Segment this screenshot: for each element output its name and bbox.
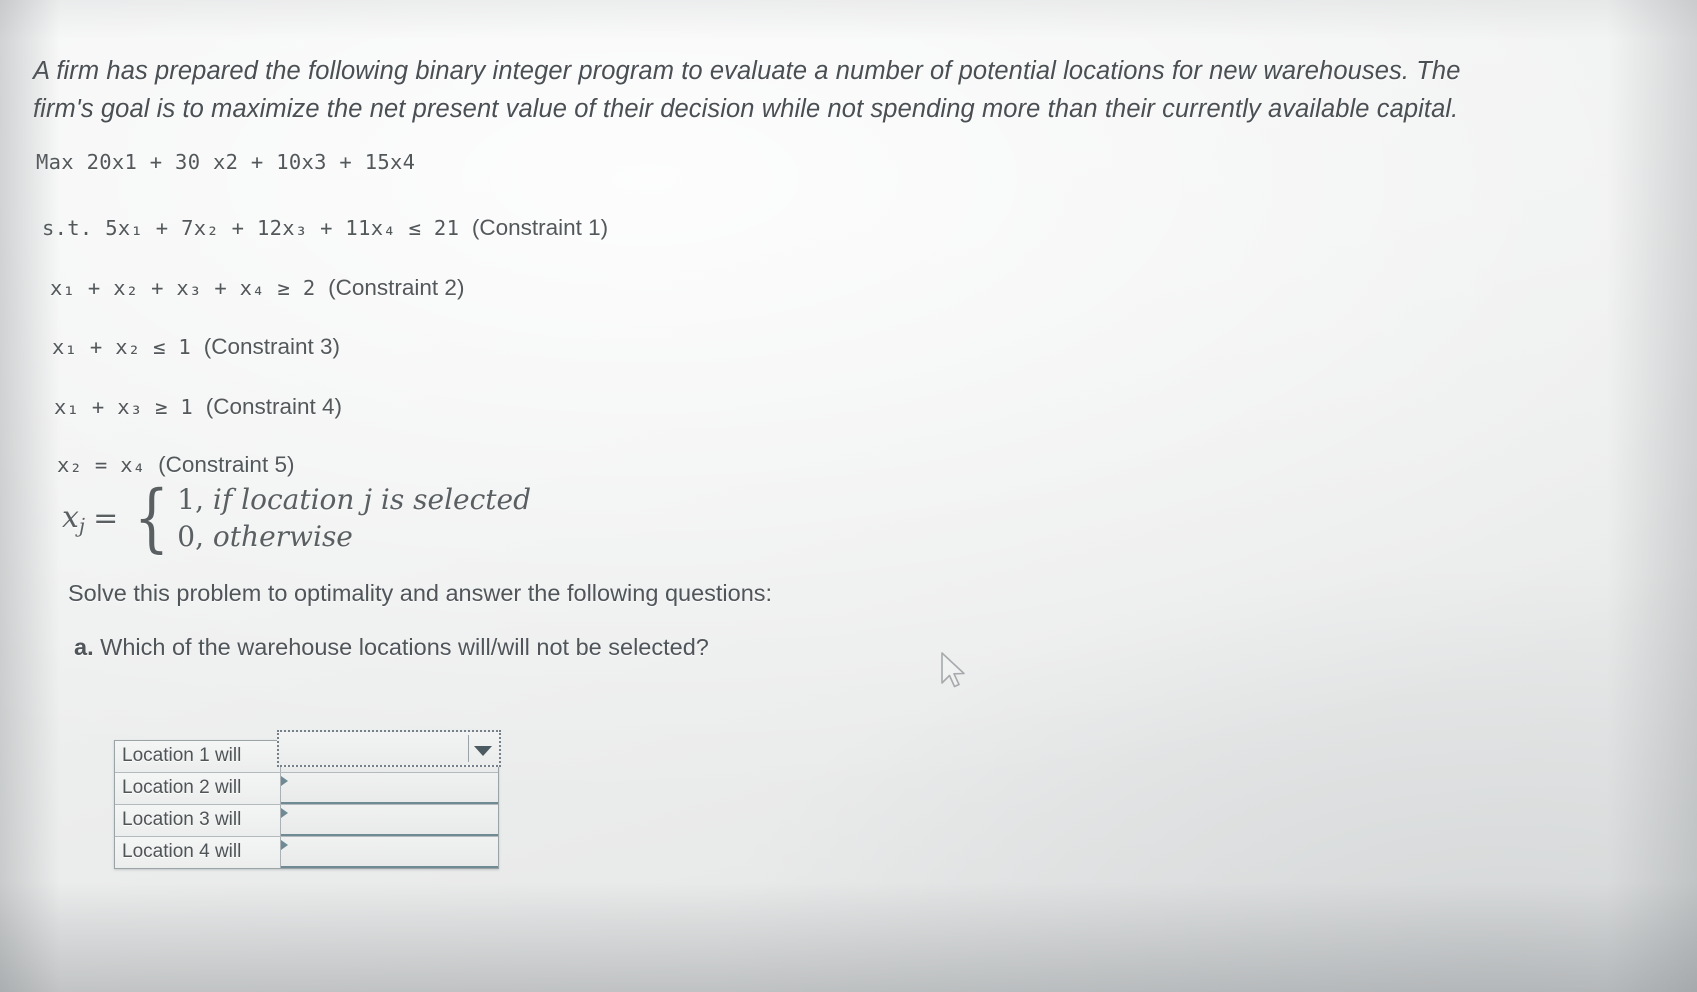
constraint-4: x₁ + x₃ ≥ 1 (Constraint 4) (54, 394, 342, 420)
constraint-5: x₂ = x₄ (Constraint 5) (57, 452, 294, 478)
problem-intro-paragraph: A firm has prepared the following binary… (33, 57, 1461, 123)
objective-expression: Max 20x1 + 30 x2 + 10x3 + 15x4 (36, 150, 416, 174)
constraint-1-label: (Constraint 1) (471, 215, 609, 240)
constraint-3-label: (Constraint 3) (203, 334, 341, 359)
piecewise-equals: = (93, 501, 119, 537)
table-row: Location 3 will (115, 804, 498, 836)
location-4-dropdown[interactable] (281, 837, 498, 868)
piecewise-cases: 1, if location j is selected 0, otherwis… (177, 482, 531, 556)
constraint-2-label: (Constraint 2) (328, 275, 465, 300)
mouse-pointer-icon (941, 652, 965, 688)
constraint-2: x₁ + x₂ + x₃ + x₄ ≥ 2 (Constraint 2) (50, 275, 464, 301)
location-1-combobox[interactable] (277, 730, 501, 767)
location-2-dropdown[interactable] (281, 773, 498, 804)
table-row: Location 2 will (115, 772, 498, 804)
objective-function: Max 20x1 + 30 x2 + 10x3 + 15x4 (36, 150, 415, 174)
location-3-dropdown[interactable] (281, 805, 498, 836)
constraint-4-expression: x₁ + x₃ ≥ 1 (54, 395, 194, 419)
piecewise-variable: xj (62, 500, 86, 538)
constraint-4-label: (Constraint 4) (205, 394, 343, 419)
constraint-5-label: (Constraint 5) (158, 452, 295, 477)
location-3-label: Location 3 will (115, 805, 281, 836)
solve-instruction: Solve this problem to optimality and ans… (68, 580, 773, 606)
location-4-label: Location 4 will (115, 837, 281, 868)
quiz-content: A firm has prepared the following binary… (0, 0, 1697, 992)
chevron-right-icon (281, 808, 288, 818)
constraint-1-prefix: s.t. (42, 216, 93, 240)
location-2-label: Location 2 will (115, 773, 281, 804)
chevron-down-icon[interactable] (474, 746, 492, 756)
question-a: a. Which of the warehouse locations will… (74, 634, 709, 661)
chevron-right-icon (281, 776, 288, 786)
question-a-label: a. (74, 634, 94, 660)
location-1-label: Location 1 will (115, 741, 281, 772)
constraint-2-expression: x₁ + x₂ + x₃ + x₄ ≥ 2 (50, 276, 316, 300)
piecewise-case-two: 0, otherwise (177, 519, 353, 553)
table-row: Location 4 will (115, 836, 498, 868)
question-a-text: Which of the warehouse locations will/wi… (100, 634, 709, 660)
piecewise-case-one: 1, if location j is selected (177, 483, 532, 516)
binary-variable-definition: xj = { 1, if location j is selected 0, o… (62, 475, 531, 562)
constraint-1: s.t. 5x₁ + 7x₂ + 12x₃ + 11x₄ ≤ 21 (Const… (42, 215, 608, 241)
constraint-5-expression: x₂ = x₄ (57, 453, 146, 477)
constraint-1-expression: 5x₁ + 7x₂ + 12x₃ + 11x₄ ≤ 21 (105, 216, 460, 240)
left-brace-glyph: { (134, 475, 170, 562)
constraint-3-expression: x₁ + x₂ ≤ 1 (52, 335, 192, 359)
combobox-divider (468, 735, 469, 762)
constraint-3: x₁ + x₂ ≤ 1 (Constraint 3) (52, 334, 340, 360)
chevron-right-icon (281, 840, 288, 850)
